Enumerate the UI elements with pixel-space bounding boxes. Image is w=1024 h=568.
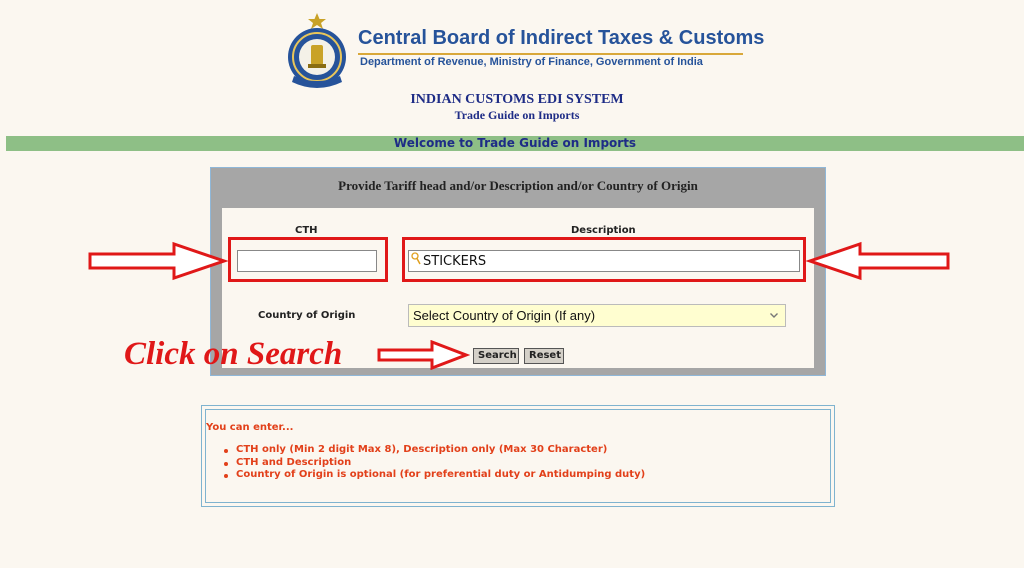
red-arrow-right-small-icon xyxy=(377,340,470,370)
description-highlight-box xyxy=(402,237,806,282)
title-divider xyxy=(358,53,743,55)
reset-button[interactable]: Reset xyxy=(524,348,564,364)
country-select[interactable]: Select Country of Origin (If any) xyxy=(408,304,786,327)
chevron-down-icon xyxy=(770,313,778,318)
panel-heading: Provide Tariff head and/or Description a… xyxy=(338,178,698,193)
system-title: INDIAN CUSTOMS EDI SYSTEM xyxy=(410,92,624,107)
search-button[interactable]: Search xyxy=(473,348,519,364)
help-title: You can enter... xyxy=(206,422,294,433)
org-title: Central Board of Indirect Taxes & Custom… xyxy=(358,27,765,49)
red-arrow-left-icon xyxy=(806,241,950,281)
red-arrow-right-icon xyxy=(88,241,228,281)
org-subtitle: Department of Revenue, Ministry of Finan… xyxy=(360,56,703,68)
help-list: CTH only (Min 2 digit Max 8), Descriptio… xyxy=(222,444,645,482)
cbic-logo xyxy=(288,13,346,88)
cth-label: CTH xyxy=(295,225,318,236)
cth-highlight-box xyxy=(228,237,388,282)
welcome-banner: Welcome to Trade Guide on Imports xyxy=(6,136,1024,151)
description-label: Description xyxy=(571,225,636,236)
list-item: Country of Origin is optional (for prefe… xyxy=(222,469,645,482)
list-item: CTH only (Min 2 digit Max 8), Descriptio… xyxy=(222,444,645,457)
click-on-search-note: Click on Search xyxy=(124,336,343,372)
system-subtitle: Trade Guide on Imports xyxy=(454,108,580,122)
list-item: CTH and Description xyxy=(222,457,645,470)
country-label: Country of Origin xyxy=(258,310,356,321)
country-select-value: Select Country of Origin (If any) xyxy=(413,308,596,323)
help-box: You can enter... CTH only (Min 2 digit M… xyxy=(201,405,835,507)
